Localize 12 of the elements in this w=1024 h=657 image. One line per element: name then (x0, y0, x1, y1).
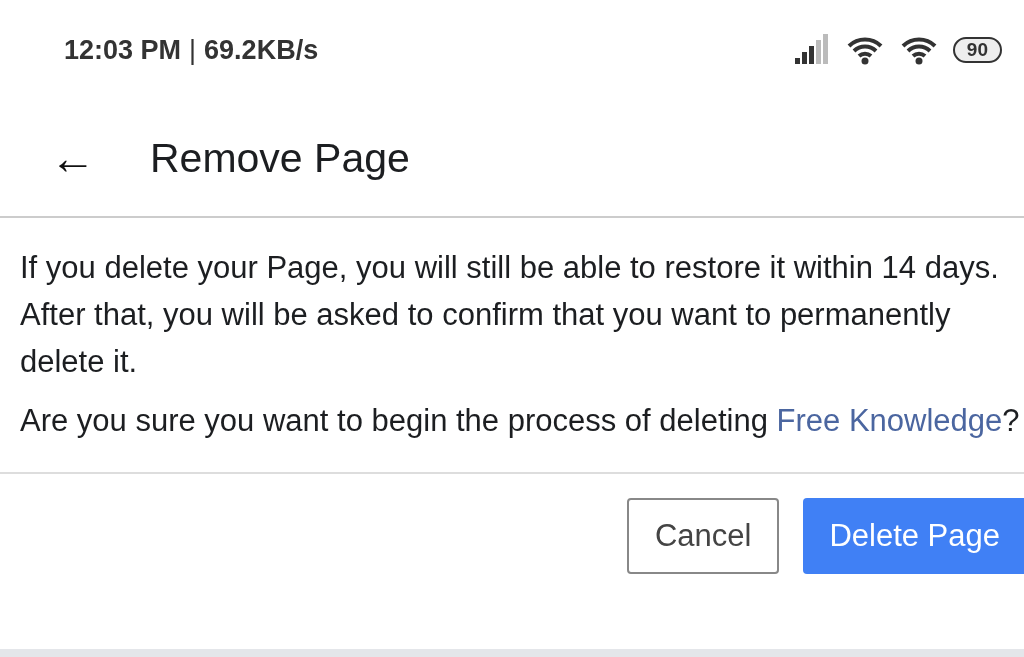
network-speed: 69.2KB/s (204, 34, 319, 66)
separator: | (189, 34, 197, 66)
info-paragraph: If you delete your Page, you will still be able to restore it within 14 days. After that, you will be asked to confirm that you want to permanently delete it. (20, 249, 1000, 381)
page-link[interactable]: Free Knowledge (776, 403, 1003, 438)
signal-icon (794, 34, 831, 66)
back-button[interactable]: ← (50, 135, 96, 181)
battery-level: 90 (952, 37, 1002, 63)
delete-button[interactable]: Delete Page (803, 498, 1024, 574)
question-paragraph: Are you sure you want to begin the process of deleting Free Knowledge? (20, 402, 1021, 440)
cancel-button[interactable]: Cancel (626, 498, 780, 574)
page-title: Remove Page (150, 134, 410, 182)
clock: 12:03 PM (64, 34, 182, 66)
